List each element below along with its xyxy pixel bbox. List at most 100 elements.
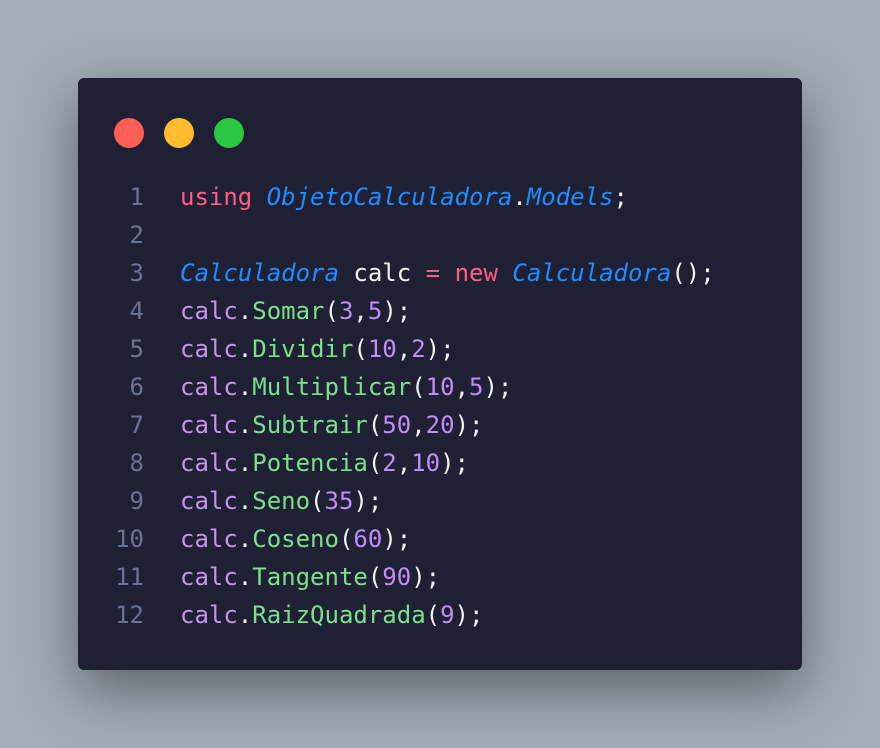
code-window: 1 using ObjetoCalculadora.Models; 2 3 Calcul…	[78, 78, 802, 670]
code-token: .	[512, 183, 527, 211]
code-token: (	[353, 335, 368, 363]
code-token: );	[454, 601, 484, 629]
code-line: 11 calc.Tangente(90);	[78, 558, 802, 596]
code-text: using ObjetoCalculadora.Models;	[180, 178, 628, 216]
code-line: 4 calc.Somar(3,5);	[78, 292, 802, 330]
line-number: 8	[129, 449, 144, 477]
code-token: Seno	[252, 487, 311, 515]
code-line: 10 calc.Coseno(60);	[78, 520, 802, 558]
maximize-button[interactable]	[214, 118, 244, 148]
line-number: 11	[115, 563, 144, 591]
code-token: (	[411, 373, 426, 401]
code-token: ,	[411, 411, 426, 439]
code-token: Calculadora	[180, 259, 339, 287]
line-number: 12	[115, 601, 144, 629]
code-token: .	[237, 335, 253, 363]
code-token: RaizQuadrada	[252, 601, 426, 629]
code-line: 9 calc.Seno(35);	[78, 482, 802, 520]
code-token: (	[367, 449, 383, 477]
code-line: 1 using ObjetoCalculadora.Models;	[78, 178, 802, 216]
code-token: .	[237, 411, 253, 439]
code-line: 3 Calculadora calc = new Calculadora();	[78, 254, 802, 292]
code-token: Multiplicar	[252, 373, 412, 401]
code-token: );	[483, 373, 513, 401]
code-token: 5	[469, 373, 484, 401]
code-token: );	[353, 487, 383, 515]
code-token: (	[310, 487, 325, 515]
code-token: Somar	[252, 297, 325, 325]
code-text: calc.Tangente(90);	[180, 558, 440, 596]
code-text: calc.Coseno(60);	[180, 520, 411, 558]
code-line: 2	[78, 216, 802, 254]
code-token: ,	[396, 335, 412, 363]
code-token: ,	[396, 449, 412, 477]
code-token: =	[425, 259, 441, 287]
code-block: 1 using ObjetoCalculadora.Models; 2 3 Calcul…	[78, 178, 802, 634]
code-token: );	[425, 335, 455, 363]
code-text: calc.RaizQuadrada(9);	[180, 596, 483, 634]
code-token: Subtrair	[252, 411, 368, 439]
code-token: (	[324, 297, 339, 325]
line-number: 3	[129, 259, 144, 287]
code-token: (	[338, 525, 354, 553]
code-line: 12 calc.RaizQuadrada(9);	[78, 596, 802, 634]
line-number: 5	[129, 335, 144, 363]
code-token: .	[237, 601, 253, 629]
code-token: 90	[382, 563, 412, 591]
code-token: calc	[180, 335, 238, 363]
code-token: calc	[180, 373, 238, 401]
code-token: Coseno	[252, 525, 339, 553]
code-token: 60	[353, 525, 383, 553]
code-line: 6 calc.Multiplicar(10,5);	[78, 368, 802, 406]
code-token: calc	[180, 449, 238, 477]
code-token: calc	[180, 601, 238, 629]
code-token: ,	[353, 297, 368, 325]
code-token: calc	[180, 563, 238, 591]
code-token: 50	[382, 411, 412, 439]
code-token: ;	[613, 183, 628, 211]
line-number: 10	[115, 525, 144, 553]
code-token: );	[382, 297, 412, 325]
code-text: calc.Multiplicar(10,5);	[180, 368, 512, 406]
code-token: Potencia	[252, 449, 368, 477]
code-token: (	[367, 563, 383, 591]
code-line: 8 calc.Potencia(2,10);	[78, 444, 802, 482]
close-button[interactable]	[114, 118, 144, 148]
code-text: calc.Seno(35);	[180, 482, 382, 520]
code-token: 35	[324, 487, 354, 515]
code-token: 5	[367, 297, 383, 325]
code-line: 7 calc.Subtrair(50,20);	[78, 406, 802, 444]
code-token: (	[425, 601, 441, 629]
code-token: 20	[425, 411, 455, 439]
code-token: calc	[180, 411, 238, 439]
code-token: Tangente	[252, 563, 368, 591]
code-token: );	[411, 563, 441, 591]
code-text: calc.Subtrair(50,20);	[180, 406, 483, 444]
code-token: Calculadora	[512, 259, 672, 287]
line-number: 9	[129, 487, 144, 515]
line-number: 1	[129, 183, 144, 211]
code-token: calc	[180, 487, 238, 515]
code-token: ();	[671, 259, 715, 287]
code-token: 10	[367, 335, 397, 363]
code-token: .	[237, 373, 253, 401]
minimize-button[interactable]	[164, 118, 194, 148]
code-token: ,	[454, 373, 470, 401]
code-token: Dividir	[252, 335, 354, 363]
code-token: 2	[382, 449, 397, 477]
code-token: 10	[425, 373, 455, 401]
line-number: 4	[129, 297, 144, 325]
window-controls	[114, 118, 244, 148]
code-token: calc	[338, 259, 426, 287]
code-token: using	[180, 183, 253, 211]
line-number: 7	[129, 411, 144, 439]
code-token: ObjetoCalculadora	[266, 183, 513, 211]
code-token: .	[237, 525, 253, 553]
code-text: Calculadora calc = new Calculadora();	[180, 254, 715, 292]
line-number: 6	[129, 373, 144, 401]
code-token: calc	[180, 297, 238, 325]
code-token: 9	[440, 601, 455, 629]
